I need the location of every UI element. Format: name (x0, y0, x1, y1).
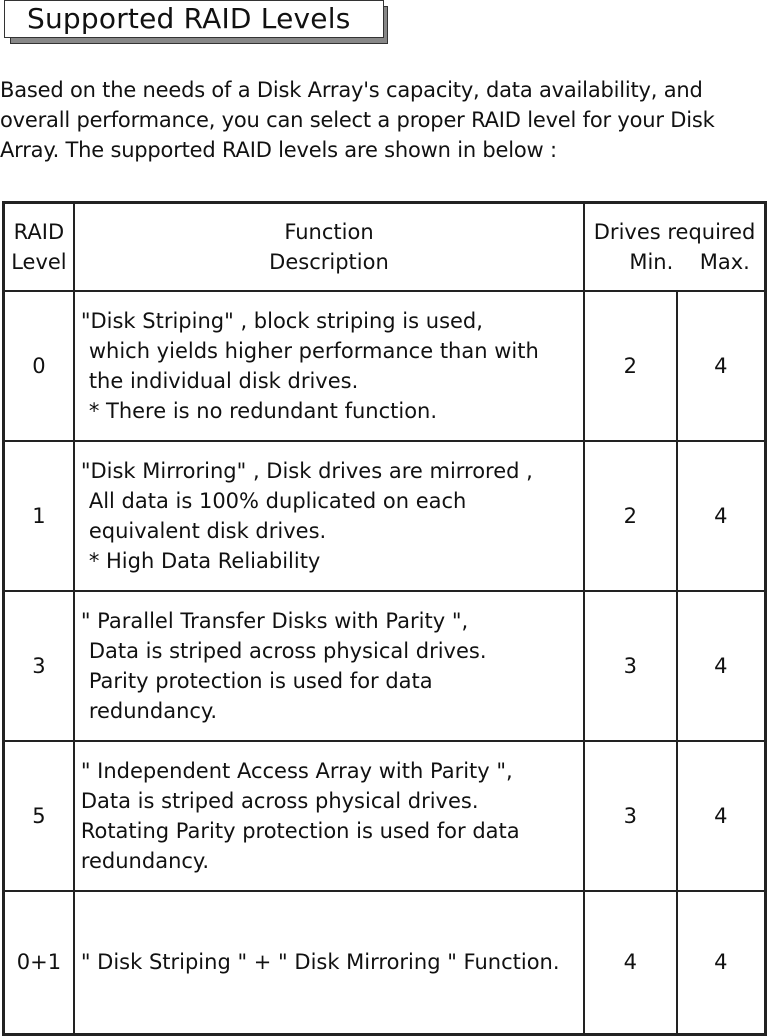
description-line: Data is striped across physical drives. (88, 638, 487, 663)
header-min: Min. (629, 249, 674, 274)
raid-level: 3 (2, 589, 75, 742)
description-line: redundancy. (88, 698, 218, 723)
function-description: "Disk Mirroring" , Disk drives are mirro… (72, 439, 586, 592)
description-line: which yields higher performance than wit… (88, 338, 539, 363)
raid-level: 0 (2, 289, 75, 442)
min-drives: 2 (583, 289, 678, 442)
raid-levels-table: RAID Level Function Description Drives r… (2, 201, 767, 1036)
min-drives: 2 (583, 439, 678, 592)
function-description: " Independent Access Array with Parity "… (72, 739, 586, 892)
description-line: redundancy. (80, 848, 210, 873)
description-line: " Parallel Transfer Disks with Parity ", (80, 608, 469, 633)
header-max: Max. (699, 249, 750, 274)
max-drives: 4 (675, 289, 767, 442)
table-row: 0+1 " Disk Striping " + " Disk Mirroring … (2, 889, 767, 1036)
max-drives: 4 (675, 739, 767, 892)
min-drives: 4 (583, 889, 678, 1036)
header-raid-level: RAID Level (2, 201, 75, 292)
function-description: " Parallel Transfer Disks with Parity ",… (72, 589, 586, 742)
description-line: Rotating Parity protection is used for d… (80, 818, 520, 843)
description-line: Data is striped across physical drives. (80, 788, 479, 813)
max-drives: 4 (675, 439, 767, 592)
description-line: "Disk Mirroring" , Disk drives are mirro… (80, 458, 533, 483)
function-description: "Disk Striping" , block striping is used… (72, 289, 586, 442)
description-line: * High Data Reliability (88, 548, 321, 573)
table-row: 5 " Independent Access Array with Parity … (2, 739, 767, 892)
header-row: RAID Level Function Description Drives r… (2, 201, 767, 292)
header-drives: Drives required Min. Max. (583, 201, 767, 292)
function-description: " Disk Striping " + " Disk Mirroring " F… (72, 889, 586, 1036)
description-line: " Disk Striping " + " Disk Mirroring " F… (80, 950, 560, 975)
header-function: Function Description (72, 201, 586, 292)
table-row: 0 "Disk Striping" , block striping is use… (2, 289, 767, 442)
max-drives: 4 (675, 589, 767, 742)
section-title: Supported RAID Levels (2, 0, 388, 44)
description-line: the individual disk drives. (88, 368, 359, 393)
min-drives: 3 (583, 739, 678, 892)
title-text: Supported RAID Levels (4, 0, 384, 38)
table-row: 1 "Disk Mirroring" , Disk drives are mirr… (2, 439, 767, 592)
intro-paragraph: Based on the needs of a Disk Array's cap… (0, 78, 715, 162)
raid-level: 0+1 (2, 889, 75, 1036)
raid-level: 1 (2, 439, 75, 592)
max-drives: 4 (675, 889, 767, 1036)
description-line: " Independent Access Array with Parity "… (80, 758, 513, 783)
description-line: * There is no redundant function. (88, 398, 438, 423)
description-line: All data is 100% duplicated on each (88, 488, 467, 513)
description-line: Parity protection is used for data (88, 668, 433, 693)
min-drives: 3 (583, 589, 678, 742)
raid-level: 5 (2, 739, 75, 892)
description-line: "Disk Striping" , block striping is used… (80, 308, 483, 333)
table-row: 3 " Parallel Transfer Disks with Parity "… (2, 589, 767, 742)
description-line: equivalent disk drives. (88, 518, 327, 543)
